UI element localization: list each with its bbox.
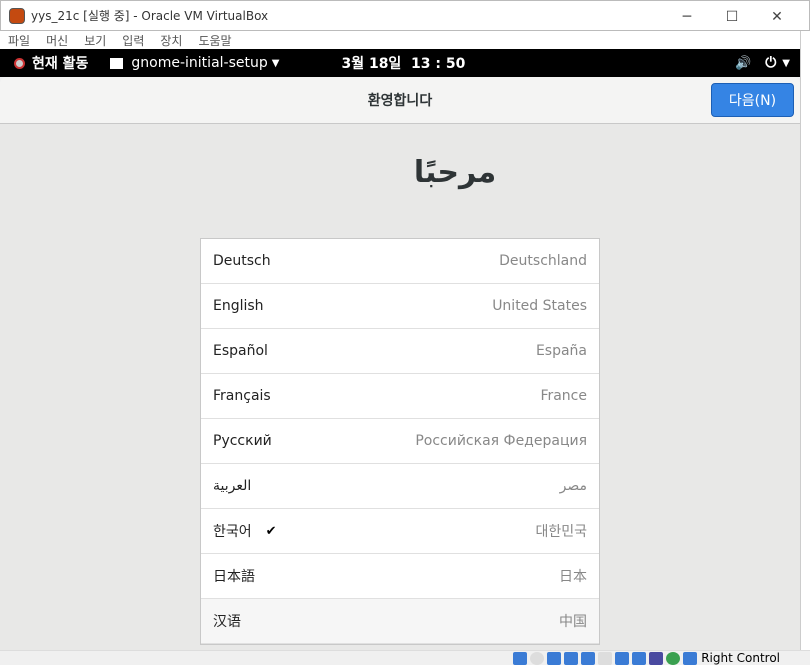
gnome-top-bar: 현재 활동 gnome-initial-setup ▼ 3월 18일 13 : … [0, 49, 800, 77]
country-name: 대한민국 [535, 524, 587, 540]
chevron-down-icon: ▼ [271, 57, 280, 69]
language-name: 한국어 [213, 524, 252, 540]
next-button[interactable]: 다음(N) [711, 83, 794, 117]
language-row[interactable]: العربية مصر [201, 464, 599, 509]
host-key-label: Right Control [701, 651, 780, 665]
app-menu[interactable]: gnome-initial-setup [131, 55, 267, 71]
shared-folder-icon[interactable] [598, 651, 613, 665]
language-name: Deutsch [213, 253, 271, 269]
app-icon [110, 57, 124, 69]
language-row[interactable]: Deutsch Deutschland [201, 239, 599, 284]
window-title: yys_21c [실행 중] - Oracle VM VirtualBox [31, 9, 269, 23]
page-title: 환영합니다 [367, 93, 433, 109]
hard-disk-icon[interactable] [513, 651, 528, 665]
power-icon[interactable]: ⏻ [765, 55, 776, 71]
country-name: España [535, 343, 587, 359]
mouse-integration-icon[interactable] [666, 651, 681, 665]
language-name: Español [213, 343, 268, 359]
network-icon[interactable] [564, 651, 579, 665]
language-row[interactable]: Русский Российская Федерация [201, 419, 599, 464]
optical-drive-icon[interactable] [530, 651, 545, 665]
display-icon[interactable] [615, 651, 630, 665]
window-edge [800, 31, 810, 650]
cpu-vtx-icon[interactable] [649, 651, 664, 665]
language-row[interactable]: English United States [201, 284, 599, 329]
menu-help[interactable]: 도움말 [198, 32, 231, 49]
language-name: العربية [213, 478, 252, 494]
volume-icon[interactable]: 🔊 [735, 56, 751, 71]
close-button[interactable]: ✕ [755, 1, 799, 32]
menu-file[interactable]: 파일 [8, 32, 30, 49]
language-name: Français [213, 388, 271, 404]
chevron-down-icon: ▼ [782, 57, 790, 69]
initial-setup-window: 환영합니다 다음(N) مرحبًا Deutsch Deutschland Eng… [0, 77, 800, 650]
vm-status-bar: Right Control [0, 650, 810, 665]
country-name: United States [492, 298, 587, 314]
virtualbox-icon [9, 7, 25, 24]
language-name: 日本語 [213, 569, 255, 585]
menu-input[interactable]: 입력 [122, 32, 144, 49]
country-name: 日本 [559, 569, 587, 585]
minimize-button[interactable]: ─ [665, 1, 709, 32]
language-list: Deutsch Deutschland English United States Es… [200, 238, 600, 645]
audio-icon[interactable] [547, 651, 562, 665]
language-name: English [213, 298, 264, 314]
clock[interactable]: 3월 18일 13 : 50 [341, 53, 465, 73]
country-name: Deutschland [499, 253, 587, 269]
language-row[interactable]: 日本語 日本 [201, 554, 599, 599]
menu-view[interactable]: 보기 [84, 32, 106, 49]
language-row[interactable]: 汉语 中国 [201, 599, 599, 644]
activities-button[interactable]: 현재 활동 [32, 53, 88, 73]
country-name: France [540, 388, 587, 404]
menu-devices[interactable]: 장치 [160, 32, 182, 49]
country-name: Российская Федерация [415, 433, 587, 449]
activities-icon [14, 57, 25, 69]
usb-icon[interactable] [581, 651, 596, 665]
language-name: 汉语 [213, 614, 241, 630]
country-name: مصر [559, 478, 587, 494]
language-name: Русский [213, 433, 272, 449]
language-row[interactable]: 한국어 ✔ 대한민국 [201, 509, 599, 554]
keyboard-capture-icon[interactable] [683, 651, 698, 665]
window-titlebar: yys_21c [실행 중] - Oracle VM VirtualBox ─ … [0, 0, 810, 31]
recording-icon[interactable] [632, 651, 647, 665]
language-row[interactable]: Français France [201, 374, 599, 419]
language-row[interactable]: Español España [201, 329, 599, 374]
checkmark-icon: ✔ [265, 523, 277, 539]
welcome-heading: مرحبًا [413, 155, 497, 190]
country-name: 中国 [559, 614, 587, 630]
menu-machine[interactable]: 머신 [46, 32, 68, 49]
maximize-button[interactable]: ☐ [710, 1, 754, 32]
menubar: 파일 머신 보기 입력 장치 도움말 [0, 31, 800, 49]
header-bar: 환영합니다 다음(N) [0, 77, 800, 124]
